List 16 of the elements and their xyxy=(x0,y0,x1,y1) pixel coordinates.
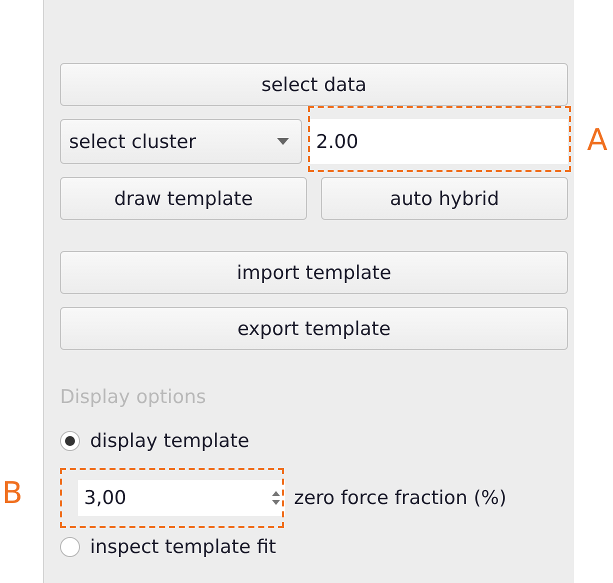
select-data-button[interactable]: select data xyxy=(60,63,568,106)
radio-label: display template xyxy=(90,430,250,452)
radio-label: inspect template fit xyxy=(90,536,276,558)
template-file-button[interactable]: export template xyxy=(60,307,568,350)
template-file-button[interactable]: import template xyxy=(60,251,568,294)
cluster-dropdown[interactable]: select cluster xyxy=(60,119,302,164)
spin-box[interactable]: 3,00 xyxy=(78,480,286,516)
annotation-label: B xyxy=(2,476,23,511)
threshold-field[interactable]: 2.00 xyxy=(310,119,568,164)
template-button[interactable]: auto hybrid xyxy=(321,177,568,220)
annotation-label: A xyxy=(587,123,608,158)
caret-icon xyxy=(277,138,289,145)
spin-label: zero force fraction (%) xyxy=(294,487,507,509)
radio-button[interactable] xyxy=(60,431,80,451)
radio-button[interactable] xyxy=(60,537,80,557)
template-button[interactable]: draw template xyxy=(60,177,307,220)
